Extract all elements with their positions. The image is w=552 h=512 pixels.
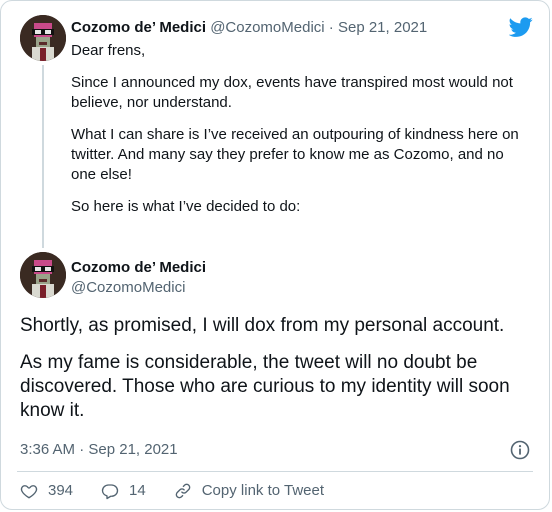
reply-button[interactable]: 14	[101, 481, 146, 501]
thread-connector-line	[42, 65, 44, 248]
display-name[interactable]: Cozomo de’ Medici	[71, 19, 206, 36]
quoted-paragraph: What I can share is I’ve received an out…	[71, 126, 519, 183]
quoted-tweet-header: Cozomo de’ Medici @CozomoMedici · Sep 21…	[71, 18, 427, 38]
info-icon[interactable]	[510, 440, 530, 460]
display-name[interactable]: Cozomo de’ Medici	[71, 259, 206, 276]
quoted-paragraph: Dear frens,	[71, 42, 146, 59]
quoted-paragraph: Since I announced my dox, events have tr…	[71, 74, 513, 111]
main-tweet-text: Shortly, as promised, I will dox from my…	[20, 314, 530, 423]
handle[interactable]: @CozomoMedici	[210, 19, 324, 36]
main-paragraph: As my fame is considerable, the tweet wi…	[20, 352, 510, 421]
tweet-actions: 394 14 Copy link to Tweet	[20, 481, 324, 501]
reply-bubble-icon	[101, 484, 119, 500]
reply-count: 14	[129, 482, 146, 499]
avatar-art	[20, 15, 66, 61]
tweet-embed-card: Cozomo de’ Medici @CozomoMedici · Sep 21…	[0, 0, 550, 510]
main-tweet-author[interactable]: Cozomo de’ Medici @CozomoMedici	[71, 258, 206, 298]
copy-link-button[interactable]: Copy link to Tweet	[174, 481, 324, 501]
tweet-date-link[interactable]: Sep 21, 2021	[338, 19, 427, 36]
handle[interactable]: @CozomoMedici	[71, 278, 206, 298]
heart-icon	[20, 485, 38, 499]
separator: ·	[324, 19, 338, 36]
avatar[interactable]	[20, 15, 66, 61]
like-count: 394	[48, 482, 74, 499]
tweet-timestamp[interactable]: 3:36 AM · Sep 21, 2021	[20, 440, 178, 460]
like-button[interactable]: 394	[20, 481, 73, 501]
divider	[17, 471, 533, 472]
copy-link-label: Copy link to Tweet	[201, 482, 325, 499]
quoted-paragraph: So here is what I’ve decided to do:	[71, 198, 301, 215]
link-icon	[175, 483, 191, 499]
avatar[interactable]	[20, 252, 66, 298]
main-paragraph: Shortly, as promised, I will dox from my…	[20, 315, 505, 336]
avatar-art	[20, 252, 66, 298]
quoted-tweet-text: Dear frens, Since I announced my dox, ev…	[71, 41, 521, 217]
twitter-bird-icon[interactable]	[509, 15, 533, 39]
